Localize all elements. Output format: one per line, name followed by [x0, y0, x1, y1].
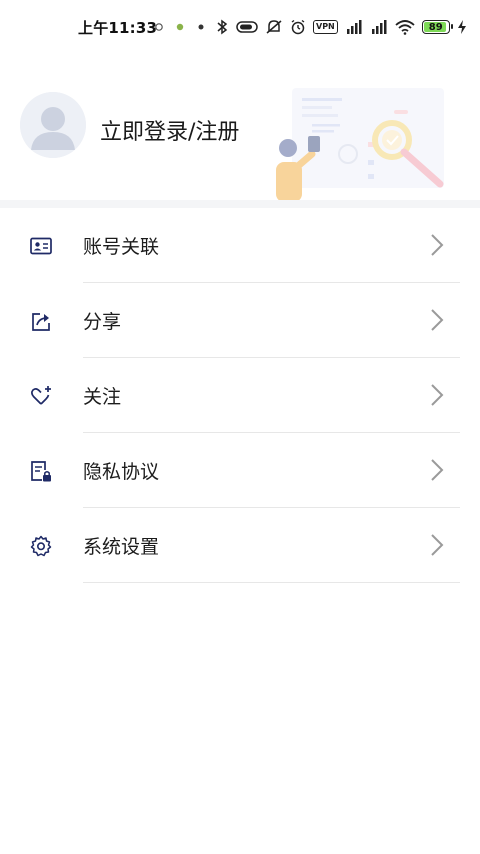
- wifi-icon: [395, 20, 415, 35]
- menu-item-label: 账号关联: [83, 236, 160, 258]
- gear-icon: [30, 535, 52, 557]
- share-icon: [32, 313, 50, 331]
- menu-item-label: 关注: [83, 386, 122, 408]
- section-divider: [0, 200, 480, 208]
- charging-icon: [457, 20, 467, 34]
- menu-item-account-link[interactable]: 账号关联: [0, 208, 480, 283]
- battery-icon: 89: [421, 20, 453, 34]
- header-illustration: [276, 88, 444, 202]
- menu-separator: [83, 582, 460, 583]
- menu-item-privacy[interactable]: 隐私协议: [0, 433, 480, 508]
- menu-item-share[interactable]: 分享: [0, 283, 480, 358]
- notification-icon: [152, 20, 166, 34]
- menu-item-label: 分享: [83, 311, 122, 333]
- chevron-right-icon: [431, 459, 444, 481]
- signal-icon: [345, 20, 363, 34]
- chevron-right-icon: [431, 309, 444, 331]
- login-register-link[interactable]: 立即登录/注册: [100, 114, 239, 146]
- status-bar: 上午11:33 VPN 89: [0, 0, 480, 52]
- menu-item-follow[interactable]: 关注: [0, 358, 480, 433]
- heart-plus-icon: [31, 386, 51, 405]
- id-card-icon: [30, 237, 52, 255]
- notification-icon: [173, 20, 187, 34]
- document-lock-icon: [31, 461, 51, 482]
- notification-icon: [194, 20, 208, 34]
- bluetooth-icon: [215, 19, 229, 35]
- menu-item-system-settings[interactable]: 系统设置: [0, 508, 480, 583]
- alarm-icon: [290, 19, 306, 35]
- status-time: 上午11:33: [78, 19, 158, 37]
- status-icons: VPN 89: [152, 16, 467, 38]
- vpn-icon: VPN: [313, 20, 338, 34]
- chevron-right-icon: [431, 234, 444, 256]
- toggle-icon: [236, 20, 258, 34]
- default-avatar-icon[interactable]: [20, 92, 86, 158]
- battery-level: 89: [428, 21, 443, 33]
- menu-item-label: 系统设置: [83, 536, 160, 558]
- chevron-right-icon: [431, 384, 444, 406]
- signal-icon: [370, 20, 388, 34]
- menu-item-label: 隐私协议: [83, 461, 160, 483]
- chevron-right-icon: [431, 534, 444, 556]
- mute-icon: [265, 20, 283, 34]
- profile-header: 立即登录/注册: [0, 52, 480, 202]
- settings-menu: 账号关联 分享 关注 隐私协议 系统设置: [0, 208, 480, 583]
